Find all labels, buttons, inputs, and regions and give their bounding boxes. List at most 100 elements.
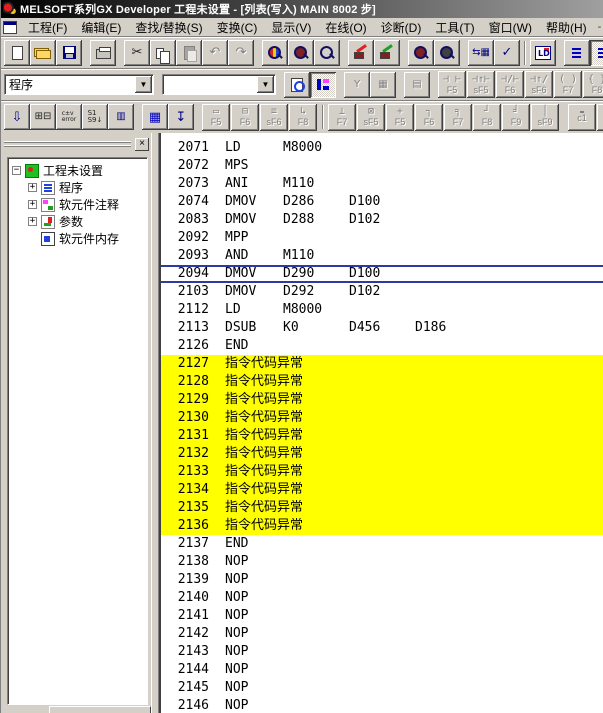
line-fkey-button[interactable]: ≡ sF6 bbox=[260, 104, 288, 131]
draw-line-fkey-button[interactable]: ┘ F8 bbox=[473, 104, 501, 131]
panel-splitter[interactable] bbox=[151, 133, 159, 713]
list-row[interactable]: 2140 NOP bbox=[161, 589, 603, 607]
instruction-list-edit-button[interactable] bbox=[590, 40, 603, 66]
list-row[interactable]: 2143 NOP bbox=[161, 643, 603, 661]
copy-button[interactable] bbox=[150, 40, 176, 66]
device-memory-button[interactable]: ▦ bbox=[142, 104, 168, 130]
draw-line-fkey-button[interactable]: │ sF9 bbox=[531, 104, 559, 131]
ladder-mode-button[interactable] bbox=[530, 40, 556, 66]
draw-line-fkey-button[interactable]: ⊥ F7 bbox=[328, 104, 356, 131]
list-row[interactable]: 2074 DMOV D286 D100 bbox=[161, 193, 603, 211]
block-convert-button[interactable]: ▦ bbox=[370, 72, 396, 98]
menu-item[interactable]: 在线(O) bbox=[318, 18, 373, 37]
comment-edit-button[interactable]: ▤ bbox=[404, 72, 430, 98]
project-tree-toggle-button[interactable] bbox=[310, 72, 336, 98]
line-fkey-button[interactable]: ↳ F8 bbox=[289, 104, 317, 131]
list-row[interactable]: 2129 指令代码异常 bbox=[161, 391, 603, 409]
close-icon[interactable]: × bbox=[135, 138, 149, 151]
tree-item[interactable]: − 工程未设置 bbox=[8, 162, 147, 179]
ladder-symbol-fkey-button[interactable]: { } F8 bbox=[583, 71, 603, 98]
list-row[interactable]: 2127 指令代码异常 bbox=[161, 355, 603, 373]
menu-item[interactable]: 显示(V) bbox=[264, 18, 318, 37]
line-fkey-button[interactable]: ⊟ F6 bbox=[231, 104, 259, 131]
undo-button[interactable]: ↶ bbox=[202, 40, 228, 66]
menu-item[interactable]: 诊断(D) bbox=[374, 18, 429, 37]
draw-line-fkey-button[interactable]: ╛ F9 bbox=[502, 104, 530, 131]
insert-row-button[interactable]: ⇩ bbox=[4, 104, 30, 130]
redo-button[interactable]: ↷ bbox=[228, 40, 254, 66]
partial-monitor-button[interactable]: ▥ bbox=[108, 104, 134, 130]
list-row[interactable]: 2128 指令代码异常 bbox=[161, 373, 603, 391]
print-button[interactable] bbox=[90, 40, 116, 66]
list-row[interactable]: 2136 指令代码异常 bbox=[161, 517, 603, 535]
error-jump-button[interactable]: c±verror bbox=[56, 104, 82, 130]
tree-item[interactable]: + 参数 bbox=[8, 213, 147, 230]
list-row[interactable]: 2071 LD M8000 bbox=[161, 139, 603, 157]
find-device-button[interactable] bbox=[288, 40, 314, 66]
transfer-setup-button[interactable]: ⇆▦ bbox=[468, 40, 494, 66]
ladder-symbol-fkey-button[interactable]: ⊣↑⊢ sF5 bbox=[467, 71, 495, 98]
list-row[interactable]: 2138 NOP bbox=[161, 553, 603, 571]
find-combobox[interactable]: ▼ bbox=[162, 74, 276, 95]
branch-tool-button[interactable]: Y bbox=[344, 72, 370, 98]
list-row[interactable]: 2131 指令代码异常 bbox=[161, 427, 603, 445]
list-row[interactable]: 2134 指令代码异常 bbox=[161, 481, 603, 499]
device-test-button[interactable] bbox=[374, 40, 400, 66]
cut-button[interactable]: ✂ bbox=[124, 40, 150, 66]
list-row[interactable]: 2073 ANI M110 bbox=[161, 175, 603, 193]
device-write-button[interactable] bbox=[348, 40, 374, 66]
ladder-symbol-view-button[interactable] bbox=[564, 40, 590, 66]
menu-item[interactable]: 编辑(E) bbox=[74, 18, 128, 37]
find-button[interactable] bbox=[262, 40, 288, 66]
menu-item[interactable]: 变换(C) bbox=[210, 18, 265, 37]
step-run-button[interactable]: S1S9↓ bbox=[82, 104, 108, 130]
list-row[interactable]: 2083 DMOV D288 D102 bbox=[161, 211, 603, 229]
tree-item[interactable]: + 软元件注释 bbox=[8, 196, 147, 213]
mdi-child-icon[interactable] bbox=[3, 21, 17, 34]
list-row[interactable]: 2135 指令代码异常 bbox=[161, 499, 603, 517]
list-row[interactable]: 2146 NOP bbox=[161, 697, 603, 713]
tree-item[interactable]: + 程序 bbox=[8, 179, 147, 196]
list-row[interactable]: 2094 DMOV D290 D100 bbox=[161, 265, 603, 283]
list-row[interactable]: 2113 DSUB K0 D456 D186 bbox=[161, 319, 603, 337]
dock-gripper[interactable] bbox=[4, 141, 131, 148]
ladder-symbol-fkey-button[interactable]: ( ) F7 bbox=[554, 71, 582, 98]
tree-expander-icon[interactable]: + bbox=[28, 217, 37, 226]
project-data-list-button[interactable] bbox=[284, 72, 310, 98]
paste-button[interactable] bbox=[176, 40, 202, 66]
device-batch-monitor-button[interactable] bbox=[434, 40, 460, 66]
list-row[interactable]: 2112 LD M8000 bbox=[161, 301, 603, 319]
list-row[interactable]: 2130 指令代码异常 bbox=[161, 409, 603, 427]
draw-line-fkey-button[interactable]: ⊠ sF5 bbox=[357, 104, 385, 131]
open-project-button[interactable] bbox=[30, 40, 56, 66]
list-row[interactable]: 2139 NOP bbox=[161, 571, 603, 589]
list-row[interactable]: 2142 NOP bbox=[161, 625, 603, 643]
list-row[interactable]: 2137 END bbox=[161, 535, 603, 553]
ladder-symbol-fkey-button[interactable]: ⊣↑/ sF6 bbox=[525, 71, 553, 98]
find-string-button[interactable] bbox=[314, 40, 340, 66]
line-fkey-button[interactable]: ▭ F5 bbox=[202, 104, 230, 131]
list-row[interactable]: 2145 NOP bbox=[161, 679, 603, 697]
tree-down-button[interactable]: ↧ bbox=[168, 104, 194, 130]
sfc-symbol-fkey-button[interactable]: SC c2 bbox=[597, 104, 603, 131]
draw-line-fkey-button[interactable]: + F5 bbox=[386, 104, 414, 131]
tree-item[interactable]: 软元件内存 bbox=[8, 230, 147, 247]
menu-item[interactable]: 查找/替换(S) bbox=[128, 18, 209, 37]
program-combobox[interactable]: 程序 ▼ bbox=[4, 74, 154, 95]
ladder-symbol-fkey-button[interactable]: ⊣ ⊢ F5 bbox=[438, 71, 466, 98]
menu-item[interactable]: 窗口(W) bbox=[482, 18, 539, 37]
list-row[interactable]: 2133 指令代码异常 bbox=[161, 463, 603, 481]
list-row[interactable]: 2072 MPS bbox=[161, 157, 603, 175]
list-row[interactable]: 2092 MPP bbox=[161, 229, 603, 247]
chevron-down-icon[interactable]: ▼ bbox=[257, 76, 274, 93]
tree-expander-icon[interactable]: + bbox=[28, 200, 37, 209]
list-row[interactable]: 2093 AND M110 bbox=[161, 247, 603, 265]
window-copy-button[interactable]: ⊞⊟ bbox=[30, 104, 56, 130]
tree-expander-icon[interactable]: + bbox=[28, 183, 37, 192]
list-row[interactable]: 2103 DMOV D292 D102 bbox=[161, 283, 603, 301]
device-monitor-button[interactable] bbox=[408, 40, 434, 66]
tree-expander-icon[interactable]: − bbox=[12, 166, 21, 175]
ladder-symbol-fkey-button[interactable]: ⊣/⊢ F6 bbox=[496, 71, 524, 98]
menu-item[interactable]: 帮助(H) bbox=[539, 18, 594, 37]
program-check-button[interactable]: ✓ bbox=[494, 40, 520, 66]
